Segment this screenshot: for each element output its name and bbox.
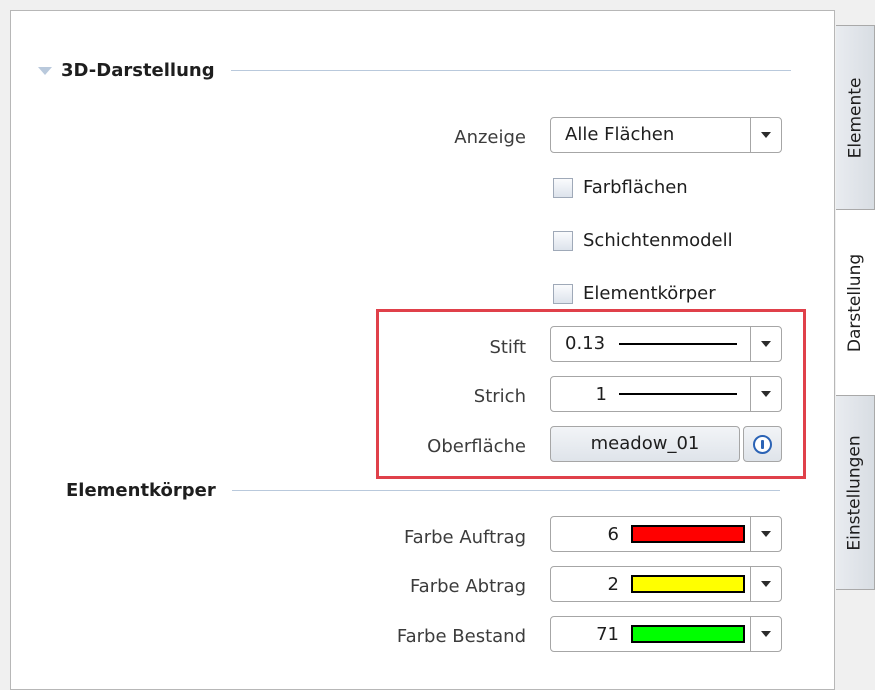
collapse-triangle-icon[interactable] (38, 66, 52, 75)
color-swatch-red (631, 525, 745, 543)
color-swatch-green (631, 625, 745, 643)
farbe-auftrag-dropdown[interactable]: 6 (550, 516, 782, 552)
farbe-abtrag-label: Farbe Abtrag (409, 576, 526, 597)
chevron-down-icon[interactable] (750, 327, 781, 361)
section-divider (231, 490, 780, 491)
schichtenmodell-checkbox[interactable] (553, 230, 573, 251)
chevron-down-icon[interactable] (750, 567, 781, 601)
anzeige-value: Alle Flächen (565, 124, 675, 145)
farbe-bestand-label: Farbe Bestand (396, 626, 526, 647)
checkbox-label: Schichtenmodell (583, 230, 733, 251)
oberflaeche-button[interactable]: meadow_01 (550, 426, 740, 462)
section-title: Elementkörper (66, 480, 216, 501)
farbe-bestand-dropdown[interactable]: 71 (550, 616, 782, 652)
schichtenmodell-checkbox-row[interactable]: Schichtenmodell (553, 230, 733, 251)
color-swatch-yellow (631, 575, 745, 593)
elementkoerper-checkbox-row[interactable]: Elementkörper (553, 283, 716, 304)
chevron-down-icon[interactable] (750, 617, 781, 651)
farbe-auftrag-value: 6 (607, 523, 619, 545)
tab-label: Einstellungen (845, 434, 865, 551)
farbe-auftrag-label: Farbe Auftrag (403, 527, 526, 548)
section-header-elementkoerper: Elementkörper (66, 480, 780, 501)
info-icon (753, 434, 772, 454)
tab-label: Elemente (845, 77, 865, 158)
line-type-sample (619, 393, 737, 395)
stift-value: 0.13 (565, 333, 606, 354)
farbe-abtrag-dropdown[interactable]: 2 (550, 566, 782, 602)
checkbox-label: Farbflächen (583, 177, 688, 198)
oberflaeche-label: Oberfläche (427, 436, 526, 457)
elementkoerper-checkbox[interactable] (553, 283, 573, 304)
strich-dropdown[interactable]: 1 (550, 376, 782, 412)
pen-line-sample (619, 343, 737, 345)
tab-label: Darstellung (845, 253, 866, 352)
chevron-down-icon[interactable] (750, 517, 781, 551)
anzeige-dropdown[interactable]: Alle Flächen (550, 117, 782, 153)
tab-elemente[interactable]: Elemente (836, 25, 875, 210)
section-divider (230, 70, 791, 71)
strich-label: Strich (473, 386, 526, 407)
tab-einstellungen[interactable]: Einstellungen (836, 395, 875, 590)
checkbox-label: Elementkörper (583, 283, 716, 304)
anzeige-label: Anzeige (454, 127, 526, 148)
farbe-bestand-value: 71 (596, 623, 619, 645)
farbe-abtrag-value: 2 (607, 573, 619, 595)
section-title: 3D-Darstellung (61, 60, 215, 81)
section-header-3d-darstellung[interactable]: 3D-Darstellung (38, 60, 791, 81)
farbflaechen-checkbox[interactable] (553, 177, 573, 198)
stift-label: Stift (489, 337, 526, 358)
farbflaechen-checkbox-row[interactable]: Farbflächen (553, 177, 688, 198)
chevron-down-icon[interactable] (750, 377, 781, 411)
info-button[interactable] (743, 426, 782, 462)
chevron-down-icon[interactable] (750, 118, 781, 152)
strich-value: 1 (595, 383, 607, 405)
stift-dropdown[interactable]: 0.13 (550, 326, 782, 362)
tab-darstellung[interactable]: Darstellung (836, 210, 875, 395)
